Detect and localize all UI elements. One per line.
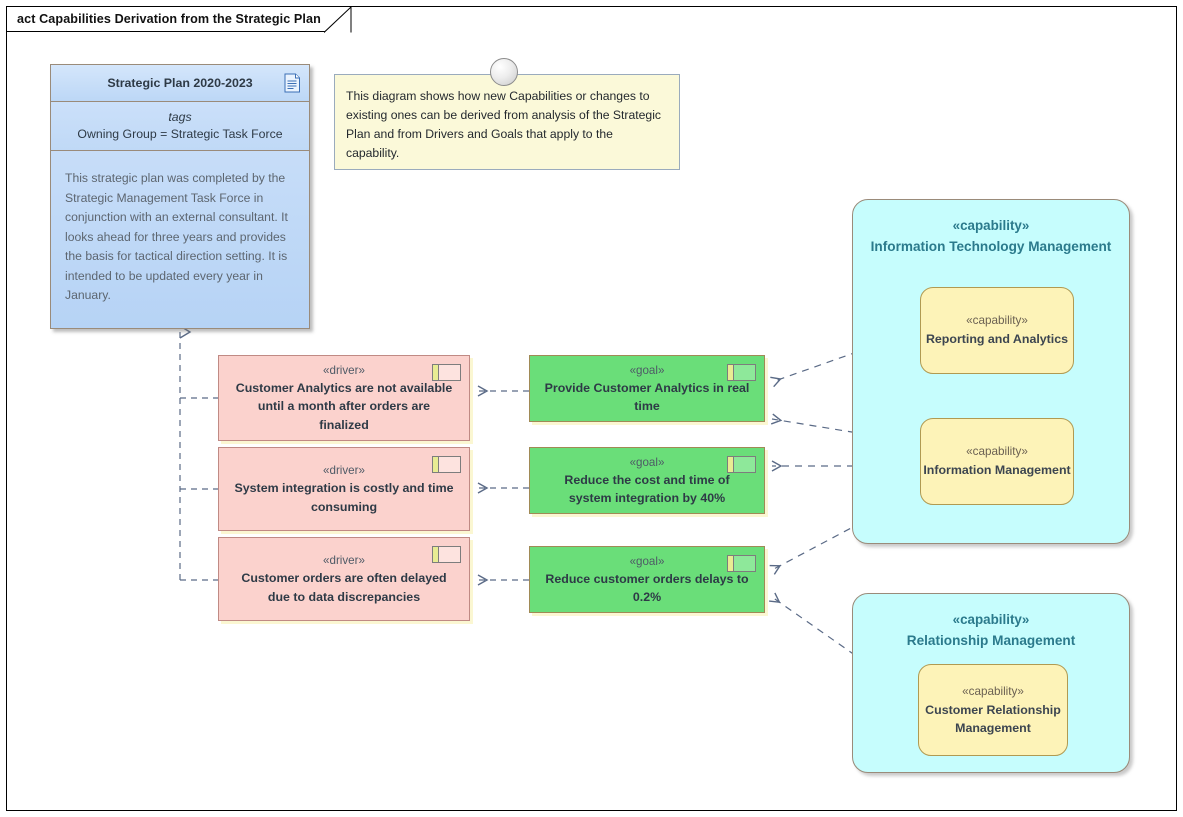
driver-stereotype-2: «driver» <box>323 464 365 477</box>
diagram-canvas: act Capabilities Derivation from the Str… <box>0 0 1183 817</box>
capability-group-stereotype-2: «capability» <box>952 612 1030 627</box>
driver-name-3: Customer orders are often delayed due to… <box>241 571 447 604</box>
strategic-plan-node[interactable]: Strategic Plan 2020-2023 tags Owning Gro… <box>50 64 310 329</box>
capability-group-title-2: «capability» Relationship Management <box>853 594 1129 651</box>
goal-icon-2 <box>727 456 756 473</box>
goal-name-1: Provide Customer Analytics in real time <box>544 380 750 414</box>
driver-icon-1 <box>432 364 461 381</box>
strategic-plan-tags-compartment: tags Owning Group = Strategic Task Force <box>51 102 309 151</box>
diagram-frame-label: act Capabilities Derivation from the Str… <box>17 12 321 26</box>
frame-tab-corner-icon <box>323 7 352 33</box>
goal-name-2: Reduce the cost and time of system integ… <box>564 472 730 506</box>
capability-stereotype-information: «capability» <box>966 445 1028 459</box>
capability-group-information-technology-management[interactable]: «capability» Information Technology Mana… <box>852 199 1130 544</box>
goal-stereotype-1: «goal» <box>629 363 665 377</box>
strategic-plan-title-bar: Strategic Plan 2020-2023 <box>51 65 309 102</box>
note-anchor-circle-icon <box>490 58 518 86</box>
capability-group-name-2: Relationship Management <box>906 633 1076 648</box>
capability-group-stereotype-1: «capability» <box>952 218 1030 233</box>
driver-stereotype-1: «driver» <box>323 363 365 377</box>
capability-group-relationship-management[interactable]: «capability» Relationship Management «ca… <box>852 593 1130 773</box>
goal-icon-3 <box>727 555 756 572</box>
driver-stereotype-3: «driver» <box>323 554 365 567</box>
goal-node-2[interactable]: «goal» Reduce the cost and time of syste… <box>529 447 765 514</box>
capability-name-information: Information Management <box>923 463 1071 478</box>
diagram-frame-tab: act Capabilities Derivation from the Str… <box>6 6 352 33</box>
capability-stereotype-reporting: «capability» <box>966 314 1028 328</box>
driver-node-1[interactable]: «driver» Customer Analytics are not avai… <box>218 355 470 441</box>
capability-information-management[interactable]: «capability» Information Management <box>920 418 1074 505</box>
capability-stereotype-crm: «capability» <box>962 684 1024 698</box>
driver-icon-2 <box>432 456 461 473</box>
diagram-note-text: This diagram shows how new Capabilities … <box>346 89 662 160</box>
capability-reporting-and-analytics[interactable]: «capability» Reporting and Analytics <box>920 287 1074 374</box>
capability-group-name-1: Information Technology Management <box>870 239 1112 254</box>
capability-customer-relationship-management[interactable]: «capability» Customer Relationship Manag… <box>918 664 1068 756</box>
goal-stereotype-3: «goal» <box>629 554 665 568</box>
strategic-plan-title: Strategic Plan 2020-2023 <box>107 76 253 90</box>
driver-node-3[interactable]: «driver» Customer orders are often delay… <box>218 537 470 621</box>
driver-name-2: System integration is costly and time co… <box>234 481 454 514</box>
driver-icon-3 <box>432 546 461 563</box>
tag-owning-group: Owning Group = Strategic Task Force <box>77 127 283 141</box>
goal-icon-1 <box>727 364 756 381</box>
strategic-plan-notes: This strategic plan was completed by the… <box>65 171 288 302</box>
capability-group-title-1: «capability» Information Technology Mana… <box>853 200 1129 257</box>
capability-name-reporting: Reporting and Analytics <box>925 332 1069 347</box>
diagram-note[interactable]: This diagram shows how new Capabilities … <box>334 74 680 170</box>
goal-name-3: Reduce customer orders delays to 0.2% <box>545 571 749 605</box>
goal-node-3[interactable]: «goal» Reduce customer orders delays to … <box>529 546 765 613</box>
driver-node-2[interactable]: «driver» System integration is costly an… <box>218 447 470 531</box>
goal-node-1[interactable]: «goal» Provide Customer Analytics in rea… <box>529 355 765 422</box>
driver-name-1: Customer Analytics are not available unt… <box>235 380 453 432</box>
document-icon <box>284 73 301 93</box>
capability-name-crm: Customer Relationship Management <box>925 702 1061 736</box>
goal-stereotype-2: «goal» <box>629 455 665 469</box>
tags-label: tags <box>168 110 192 124</box>
